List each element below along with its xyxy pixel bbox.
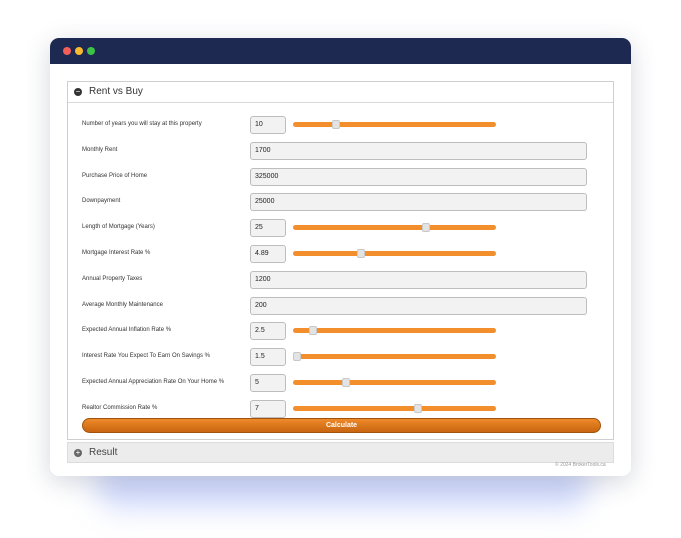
- rent-vs-buy-header[interactable]: − Rent vs Buy: [68, 82, 613, 103]
- field-label: Downpayment: [82, 198, 121, 205]
- field-input[interactable]: 1200: [250, 270, 587, 289]
- field-label: Realtor Commission Rate %: [82, 404, 158, 411]
- range-slider[interactable]: [293, 120, 496, 129]
- maximize-window-icon[interactable]: [87, 47, 95, 55]
- field-label: Annual Property Taxes: [82, 275, 143, 282]
- form-row: Number of years you will stay at this pr…: [68, 116, 615, 134]
- minimize-window-icon[interactable]: [75, 47, 83, 55]
- range-slider[interactable]: [293, 326, 496, 336]
- form-row: Interest Rate You Expect To Earn On Savi…: [68, 348, 615, 367]
- field-input[interactable]: 10: [250, 116, 286, 134]
- form-row: Length of Mortgage (Years) 25: [68, 219, 615, 238]
- field-input[interactable]: 200: [250, 296, 587, 315]
- form-row: Monthly Rent 1700: [68, 141, 615, 160]
- field-input[interactable]: 25000: [250, 193, 587, 212]
- result-panel-header[interactable]: + Result: [67, 442, 614, 463]
- form-row: Annual Property Taxes 1200: [68, 270, 615, 289]
- slider-handle[interactable]: [421, 223, 430, 233]
- range-slider[interactable]: [293, 403, 496, 413]
- stage: − Rent vs Buy Number of years you will s…: [0, 0, 681, 538]
- form-row: Purchase Price of Home 325000: [68, 167, 615, 186]
- window-titlebar: [50, 38, 631, 64]
- slider-handle[interactable]: [293, 352, 301, 362]
- field-input[interactable]: 1700: [250, 141, 587, 160]
- field-label: Purchase Price of Home: [82, 172, 148, 179]
- rent-vs-buy-panel: − Rent vs Buy Number of years you will s…: [67, 81, 614, 440]
- close-window-icon[interactable]: [63, 47, 71, 55]
- field-input[interactable]: 7: [250, 399, 286, 418]
- result-title: Result: [89, 447, 118, 458]
- collapse-icon[interactable]: −: [74, 88, 82, 96]
- field-label: Number of years you will stay at this pr…: [82, 121, 202, 127]
- field-input[interactable]: 5: [250, 374, 286, 392]
- field-label: Mortgage Interest Rate %: [82, 250, 151, 256]
- form-row: Average Monthly Maintenance 200: [68, 296, 615, 315]
- field-input[interactable]: 4.89: [250, 245, 286, 263]
- range-slider[interactable]: [293, 249, 496, 258]
- field-input[interactable]: 25: [250, 219, 286, 238]
- field-label: Expected Annual Inflation Rate %: [82, 327, 172, 334]
- field-label: Expected Annual Appreciation Rate On You…: [82, 379, 225, 385]
- panel-title: Rent vs Buy: [89, 86, 143, 97]
- field-label: Average Monthly Maintenance: [82, 301, 163, 308]
- field-input[interactable]: 325000: [250, 167, 587, 186]
- app-window: − Rent vs Buy Number of years you will s…: [50, 38, 631, 476]
- slider-handle[interactable]: [308, 326, 317, 336]
- slider-handle[interactable]: [413, 403, 422, 413]
- field-label: Interest Rate You Expect To Earn On Savi…: [82, 353, 210, 360]
- field-input[interactable]: 2.5: [250, 322, 286, 341]
- field-input[interactable]: 1.5: [250, 348, 286, 367]
- form-row: Expected Annual Appreciation Rate On You…: [68, 374, 615, 392]
- slider-handle[interactable]: [341, 378, 350, 387]
- field-label: Length of Mortgage (Years): [82, 224, 155, 231]
- expand-icon[interactable]: +: [74, 449, 82, 457]
- copyright-text: © 2024 BrokerTools.ca: [555, 462, 606, 468]
- range-slider[interactable]: [293, 378, 496, 387]
- slider-handle[interactable]: [357, 249, 366, 258]
- range-slider[interactable]: [293, 352, 496, 362]
- form-row: Mortgage Interest Rate % 4.89: [68, 245, 615, 263]
- form-row: Expected Annual Inflation Rate % 2.5: [68, 322, 615, 341]
- form-row: Downpayment 25000: [68, 193, 615, 212]
- calculate-button[interactable]: Calculate: [82, 418, 601, 433]
- field-label: Monthly Rent: [82, 146, 118, 153]
- range-slider[interactable]: [293, 223, 496, 233]
- form-row: Realtor Commission Rate % 7: [68, 399, 615, 418]
- slider-handle[interactable]: [332, 120, 340, 129]
